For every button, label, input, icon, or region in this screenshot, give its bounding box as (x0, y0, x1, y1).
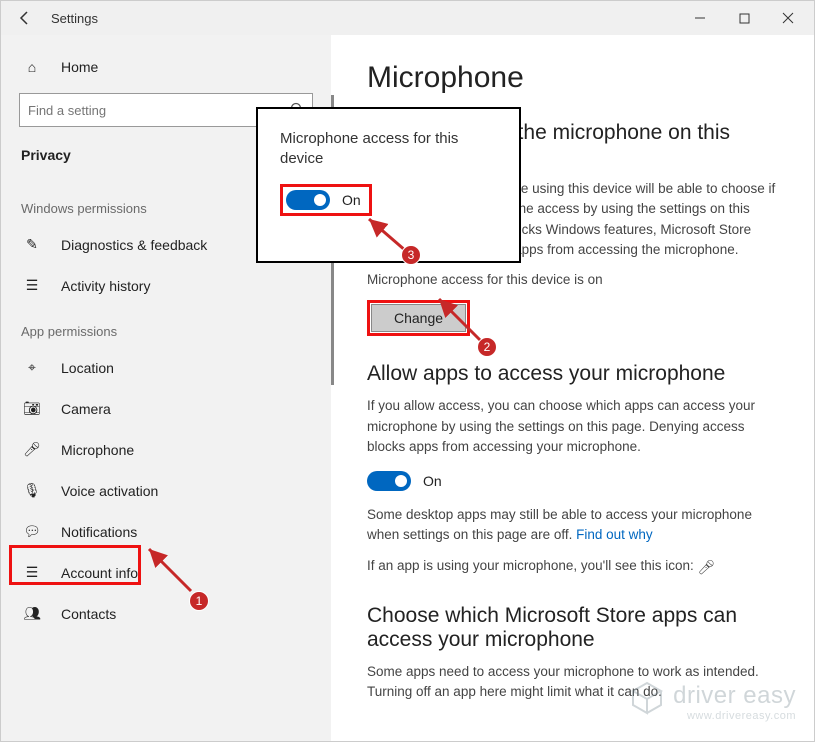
watermark-logo-icon (629, 680, 665, 723)
sidebar-item-location[interactable]: ⌖ Location (1, 347, 331, 388)
annotation-highlight-change: Change (367, 300, 470, 336)
sidebar-item-label: Microphone (61, 442, 134, 458)
camera-icon: 📷︎ (21, 400, 43, 417)
minimize-button[interactable] (678, 1, 722, 35)
titlebar: Settings (1, 1, 814, 35)
change-button[interactable]: Change (371, 304, 466, 332)
minimize-icon (694, 12, 706, 24)
maximize-button[interactable] (722, 1, 766, 35)
toggle-track (286, 190, 330, 210)
section2-title: Allow apps to access your microphone (367, 362, 778, 386)
account-icon: ☰ (21, 564, 43, 581)
contacts-icon: 👥︎ (21, 605, 43, 622)
toggle-track (367, 471, 411, 491)
watermark-url: www.drivereasy.com (673, 710, 796, 722)
sidebar-item-label: Contacts (61, 606, 116, 622)
desktop-note-text: Some desktop apps may still be able to a… (367, 507, 752, 542)
home-icon: ⌂ (21, 59, 43, 75)
annotation-badge-1: 1 (189, 591, 209, 611)
section3-title: Choose which Microsoft Store apps can ac… (367, 604, 778, 652)
mic-access-popup: Microphone access for this device On (256, 107, 521, 263)
status-line: Microphone access for this device is on (367, 270, 778, 290)
maximize-icon (739, 13, 750, 24)
sidebar-item-label: Activity history (61, 278, 150, 294)
sidebar-item-label: Camera (61, 401, 111, 417)
sidebar-item-label: Diagnostics & feedback (61, 237, 207, 253)
sidebar-item-label: Voice activation (61, 483, 158, 499)
popup-title: Microphone access for this device (280, 129, 503, 170)
annotation-badge-2: 2 (477, 337, 497, 357)
search-input[interactable] (28, 103, 290, 118)
group-app-permissions: App permissions (1, 306, 331, 347)
sidebar-item-label: Notifications (61, 524, 137, 540)
home-nav[interactable]: ⌂ Home (1, 49, 331, 85)
diagnostics-icon: ✎ (21, 236, 43, 253)
page-title: Microphone (367, 61, 778, 95)
home-label: Home (61, 59, 98, 75)
voice-icon: 🎙︎ (21, 482, 43, 499)
annotation-highlight-toggle: On (280, 184, 372, 216)
annotation-badge-3: 3 (401, 245, 421, 265)
apps-access-toggle[interactable]: On (367, 471, 778, 491)
sidebar-item-contacts[interactable]: 👥︎ Contacts (1, 593, 331, 634)
sidebar-item-account[interactable]: ☰ Account info (1, 552, 331, 593)
device-access-toggle[interactable]: On (286, 190, 361, 210)
sidebar-item-microphone[interactable]: 🎤︎ Microphone (1, 429, 331, 470)
notifications-icon: 💬︎ (21, 523, 43, 540)
location-icon: ⌖ (21, 359, 43, 376)
find-out-why-link[interactable]: Find out why (576, 527, 653, 542)
toggle-label: On (423, 473, 442, 489)
toggle-knob (314, 194, 326, 206)
watermark: driver easy www.drivereasy.com (629, 680, 796, 723)
sidebar-item-camera[interactable]: 📷︎ Camera (1, 388, 331, 429)
close-button[interactable] (766, 1, 810, 35)
activity-icon: ☰ (21, 277, 43, 294)
microphone-icon: 🎤︎ (21, 441, 43, 458)
sidebar-item-activity[interactable]: ☰ Activity history (1, 265, 331, 306)
desktop-note: Some desktop apps may still be able to a… (367, 505, 778, 546)
back-button[interactable] (5, 1, 45, 35)
using-mic-line: If an app is using your microphone, you'… (367, 556, 778, 578)
arrow-left-icon (17, 10, 33, 26)
sidebar-item-label: Location (61, 360, 114, 376)
mic-status-icon: 🎤︎ (698, 559, 716, 575)
toggle-knob (395, 475, 407, 487)
section2-body: If you allow access, you can choose whic… (367, 396, 778, 457)
using-mic-text: If an app is using your microphone, you'… (367, 558, 694, 573)
sidebar-item-voice[interactable]: 🎙︎ Voice activation (1, 470, 331, 511)
watermark-brand: driver easy (673, 682, 796, 709)
sidebar-item-notifications[interactable]: 💬︎ Notifications (1, 511, 331, 552)
window-title: Settings (51, 11, 98, 26)
close-icon (782, 12, 794, 24)
toggle-label: On (342, 192, 361, 208)
sidebar-item-label: Account info (61, 565, 138, 581)
